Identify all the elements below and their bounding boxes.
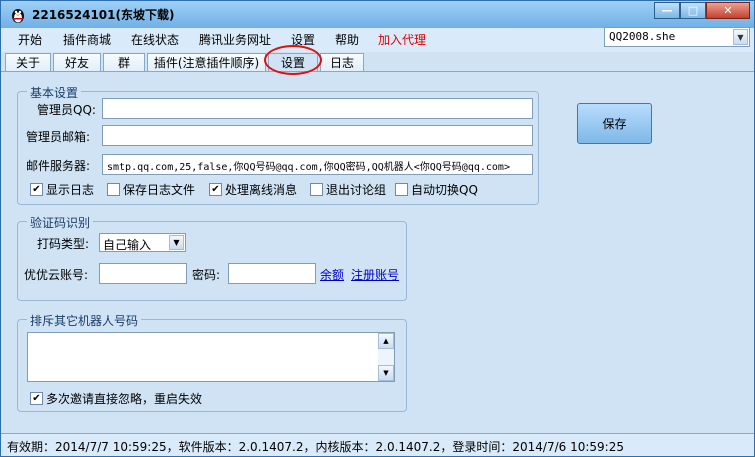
uuyun-account-input[interactable] xyxy=(99,263,187,284)
scrollbar[interactable]: ▲ ▼ xyxy=(378,333,394,381)
admin-email-label: 管理员邮箱: xyxy=(26,130,91,144)
chevron-down-icon[interactable]: ▼ xyxy=(169,235,184,250)
window-title: 2216524101(东坡下载) xyxy=(32,8,175,22)
exit-discussion-checkbox[interactable]: 退出讨论组 xyxy=(310,181,386,198)
chevron-down-icon[interactable]: ▼ xyxy=(733,29,748,45)
save-button[interactable]: 保存 xyxy=(577,103,652,144)
captcha-title: 验证码识别 xyxy=(27,214,94,231)
config-file-combo[interactable]: QQ2008.she ▼ xyxy=(604,27,750,47)
checkbox-checked-icon: ✔ xyxy=(30,392,43,405)
tab-log[interactable]: 日志 xyxy=(320,53,364,71)
menu-tencent-urls[interactable]: 腾讯业务网址 xyxy=(199,31,271,48)
penguin-icon xyxy=(12,9,24,23)
tab-about-label: 关于 xyxy=(15,56,40,70)
tab-about[interactable]: 关于 xyxy=(5,53,51,71)
minimize-icon: — xyxy=(661,4,673,17)
offline-msg-checkbox[interactable]: ✔ 处理离线消息 xyxy=(209,181,297,198)
mail-server-label: 邮件服务器: xyxy=(26,159,91,173)
menu-help[interactable]: 帮助 xyxy=(335,31,359,48)
close-icon: ✕ xyxy=(723,4,733,17)
register-link[interactable]: 注册账号 xyxy=(351,266,399,283)
show-log-checkbox[interactable]: ✔ 显示日志 xyxy=(30,181,94,198)
save-log-label: 保存日志文件 xyxy=(123,183,196,197)
offline-msg-label: 处理离线消息 xyxy=(225,183,298,197)
captcha-group: 验证码识别 xyxy=(17,214,407,301)
checkbox-checked-icon: ✔ xyxy=(30,183,43,196)
menu-online-status[interactable]: 在线状态 xyxy=(131,31,179,48)
admin-qq-input[interactable] xyxy=(102,98,533,119)
minimize-button[interactable]: — xyxy=(654,2,680,19)
title-bar[interactable]: 2216524101(东坡下载) — □ ✕ xyxy=(1,1,754,28)
ignore-invites-label: 多次邀请直接忽略，重启失效 xyxy=(46,392,203,406)
balance-link[interactable]: 余额 xyxy=(320,266,344,283)
captcha-type-value: 自己输入 xyxy=(103,238,152,252)
scroll-up-icon[interactable]: ▲ xyxy=(378,333,394,349)
window-controls: — □ ✕ xyxy=(654,2,750,19)
main-window: 2216524101(东坡下载) — □ ✕ 开始 插件商城 在线状态 腾讯业务… xyxy=(0,0,755,457)
tab-groups[interactable]: 群 xyxy=(103,53,145,71)
checkbox-unchecked-icon xyxy=(310,183,323,196)
uuyun-account-label: 优优云账号: xyxy=(24,268,89,282)
checkbox-checked-icon: ✔ xyxy=(209,183,222,196)
captcha-type-select[interactable]: 自己输入 ▼ xyxy=(99,233,186,252)
save-log-checkbox[interactable]: 保存日志文件 xyxy=(107,181,195,198)
tab-bar: 关于 好友 群 插件(注意插件顺序) 设置 日志 xyxy=(1,52,754,72)
auto-switch-qq-label: 自动切换QQ xyxy=(411,183,478,197)
ignore-invites-checkbox[interactable]: ✔ 多次邀请直接忽略，重启失效 xyxy=(30,390,202,407)
tab-plugins[interactable]: 插件(注意插件顺序) xyxy=(147,53,266,71)
checkbox-unchecked-icon xyxy=(107,183,120,196)
close-button[interactable]: ✕ xyxy=(706,2,750,19)
basic-settings-title: 基本设置 xyxy=(27,84,82,101)
captcha-type-label: 打码类型: xyxy=(37,237,90,251)
exit-discussion-label: 退出讨论组 xyxy=(326,183,387,197)
highlight-circle xyxy=(264,45,322,75)
exclude-robots-textarea[interactable]: ▲ ▼ xyxy=(27,332,395,382)
tab-groups-label: 群 xyxy=(117,56,130,70)
scroll-down-icon[interactable]: ▼ xyxy=(378,365,394,381)
save-label: 保存 xyxy=(602,117,627,131)
tab-friends[interactable]: 好友 xyxy=(53,53,101,71)
status-text: 有效期：2014/7/7 10:59:25，软件版本：2.0.1407.2，内核… xyxy=(7,440,624,454)
maximize-button[interactable]: □ xyxy=(680,2,706,19)
tab-plugins-label: 插件(注意插件顺序) xyxy=(153,56,260,70)
checkbox-unchecked-icon xyxy=(395,183,408,196)
tab-log-label: 日志 xyxy=(329,56,354,70)
mail-server-input[interactable]: smtp.qq.com,25,false,你QQ号码@qq.com,你QQ密码,… xyxy=(102,154,533,175)
password-input[interactable] xyxy=(228,263,316,284)
menu-join-agent[interactable]: 加入代理 xyxy=(378,31,426,48)
admin-email-input[interactable] xyxy=(102,125,533,146)
tab-friends-label: 好友 xyxy=(64,56,89,70)
status-bar: 有效期：2014/7/7 10:59:25，软件版本：2.0.1407.2，内核… xyxy=(1,433,754,456)
menu-start[interactable]: 开始 xyxy=(18,31,42,48)
show-log-label: 显示日志 xyxy=(46,183,95,197)
admin-qq-label: 管理员QQ: xyxy=(37,103,96,117)
maximize-icon: □ xyxy=(687,4,699,17)
menu-plugin-store[interactable]: 插件商城 xyxy=(63,31,111,48)
config-file-value: QQ2008.she xyxy=(609,30,676,43)
exclude-robots-title: 排斥其它机器人号码 xyxy=(27,312,142,329)
auto-switch-qq-checkbox[interactable]: 自动切换QQ xyxy=(395,181,478,198)
password-label: 密码: xyxy=(192,268,221,282)
mail-server-value: smtp.qq.com,25,false,你QQ号码@qq.com,你QQ密码,… xyxy=(107,162,510,173)
